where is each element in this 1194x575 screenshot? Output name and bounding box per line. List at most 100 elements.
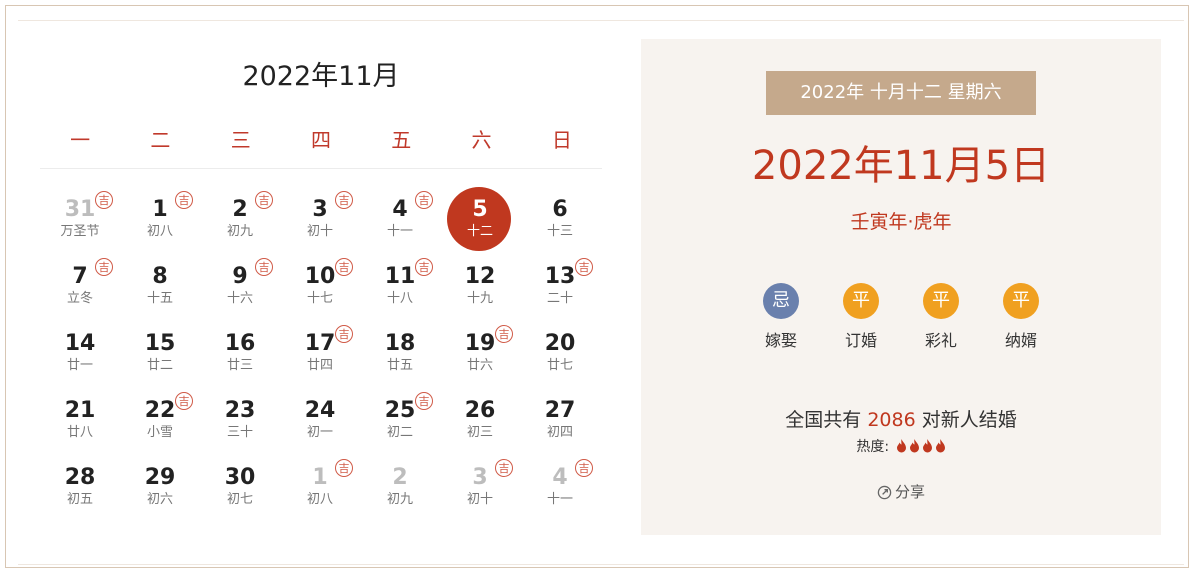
day-cell[interactable]: 26 初三 [440, 391, 520, 458]
day-number: 8 [152, 264, 168, 289]
auspicious-badge: 吉 [575, 459, 593, 477]
day-cell[interactable]: 30 初七 [200, 458, 280, 525]
auspicious-badge: 吉 [495, 459, 513, 477]
share-icon [877, 485, 892, 500]
day-cell[interactable]: 1 初八吉 [280, 458, 360, 525]
lunar-date: 廿一 [66, 358, 93, 373]
selected-date: 2022年11月5日 [751, 143, 1051, 189]
auspicious-badge: 吉 [415, 191, 433, 209]
day-cell[interactable]: 13 二十吉 [520, 257, 600, 324]
day-cell[interactable]: 2 初九 [360, 458, 440, 525]
day-number: 15 [144, 331, 176, 356]
auspicious-badge: 吉 [95, 191, 113, 209]
day-number: 24 [304, 398, 336, 423]
day-number: 30 [224, 465, 256, 490]
day-cell[interactable]: 19 廿六吉 [440, 324, 520, 391]
omen-label: 纳婿 [1004, 331, 1037, 350]
lunar-date: 十八 [386, 291, 413, 306]
day-cell[interactable]: 7 立冬吉 [40, 257, 120, 324]
day-cell[interactable]: 12 十九 [440, 257, 520, 324]
lunar-date: 十七 [306, 291, 333, 306]
stats-prefix: 全国共有 [785, 409, 862, 431]
lunar-date: 初一 [306, 425, 333, 440]
lunar-date: 十一 [546, 492, 573, 507]
day-cell[interactable]: 24 初一 [280, 391, 360, 458]
day-number: 14 [64, 331, 96, 356]
lunar-date: 十二 [466, 224, 493, 239]
day-cell[interactable]: 29 初六 [120, 458, 200, 525]
flame-icon [896, 439, 906, 453]
lunar-date: 小雪 [146, 425, 173, 440]
weekday-sun: 日 [551, 128, 572, 152]
day-cell[interactable]: 16 廿三 [200, 324, 280, 391]
day-cell[interactable]: 2 初九吉 [200, 190, 280, 257]
day-cell[interactable]: 25 初二吉 [360, 391, 440, 458]
day-cell[interactable]: 20 廿七 [520, 324, 600, 391]
flame-icon [935, 439, 945, 453]
day-number: 2 [392, 465, 408, 490]
share-button[interactable]: 分享 [641, 481, 1161, 502]
day-cell[interactable]: 28 初五 [40, 458, 120, 525]
omen-item: 平纳婿 [981, 283, 1061, 363]
ganzhi-year: 壬寅年·虎年 [850, 211, 952, 233]
lunar-date: 十五 [146, 291, 173, 306]
auspicious-badge: 吉 [335, 459, 353, 477]
day-detail-panel: 2022年 十月十二 星期六 2022年11月5日 壬寅年·虎年 忌嫁娶平订婚平… [641, 39, 1161, 535]
share-label: 分享 [894, 483, 925, 501]
lunar-date: 初九 [226, 224, 253, 239]
weekday-header: 一 二 三 四 五 六 日 [40, 128, 602, 169]
weekday-fri: 五 [391, 128, 412, 152]
lunar-date: 初五 [66, 492, 93, 507]
lunar-date: 廿八 [66, 425, 93, 440]
day-cell[interactable]: 10 十七吉 [280, 257, 360, 324]
weekday-wed: 三 [230, 128, 251, 152]
day-number: 29 [144, 465, 176, 490]
day-cell[interactable]: 6 十三 [520, 190, 600, 257]
calendar-month-title: 2022年11月 [242, 61, 400, 92]
day-cell[interactable]: 18 廿五 [360, 324, 440, 391]
weekday-tue: 二 [150, 128, 171, 152]
lunar-date: 初八 [146, 224, 173, 239]
lunar-date: 十六 [226, 291, 253, 306]
day-cell[interactable]: 8 十五 [120, 257, 200, 324]
day-cell[interactable]: 31 万圣节吉 [40, 190, 120, 257]
day-cell[interactable]: 3 初十吉 [440, 458, 520, 525]
day-number: 18 [384, 331, 416, 356]
lunar-date: 十九 [466, 291, 493, 306]
day-cell[interactable]: 27 初四 [520, 391, 600, 458]
omen-badge: 忌 [763, 283, 799, 319]
omen-label: 彩礼 [924, 331, 957, 350]
auspicious-badge: 吉 [175, 191, 193, 209]
omen-badge: 平 [843, 283, 879, 319]
heat-label: 热度: [856, 439, 890, 455]
lunar-date: 初七 [226, 492, 253, 507]
day-cell[interactable]: 11 十八吉 [360, 257, 440, 324]
day-cell[interactable]: 4 十一吉 [360, 190, 440, 257]
day-cell[interactable]: 15 廿二 [120, 324, 200, 391]
auspicious-badge: 吉 [335, 191, 353, 209]
day-cell[interactable]: 14 廿一 [40, 324, 120, 391]
day-cell-selected[interactable]: 5 十二 [440, 187, 520, 257]
lunar-date: 廿三 [226, 358, 253, 373]
day-number: 20 [544, 331, 576, 356]
day-cell[interactable]: 9 十六吉 [200, 257, 280, 324]
auspicious-badge: 吉 [255, 191, 273, 209]
omen-badge: 平 [923, 283, 959, 319]
auspicious-badge: 吉 [335, 258, 353, 276]
lunar-date: 初六 [146, 492, 173, 507]
day-cell[interactable]: 23 三十 [200, 391, 280, 458]
omen-item: 忌嫁娶 [741, 283, 821, 363]
day-cell[interactable]: 1 初八吉 [120, 190, 200, 257]
day-cell[interactable]: 4 十一吉 [520, 458, 600, 525]
day-cell[interactable]: 17 廿四吉 [280, 324, 360, 391]
flame-icon [922, 439, 932, 453]
day-cell[interactable]: 21 廿八 [40, 391, 120, 458]
lunar-date: 初九 [386, 492, 413, 507]
wedding-omens: 忌嫁娶平订婚平彩礼平纳婿 [741, 283, 1061, 363]
day-number: 28 [64, 465, 96, 490]
lunar-date: 廿四 [306, 358, 333, 373]
day-cell[interactable]: 22 小雪吉 [120, 391, 200, 458]
omen-badge: 平 [1003, 283, 1039, 319]
day-cell[interactable]: 3 初十吉 [280, 190, 360, 257]
lunar-date: 三十 [226, 425, 253, 440]
